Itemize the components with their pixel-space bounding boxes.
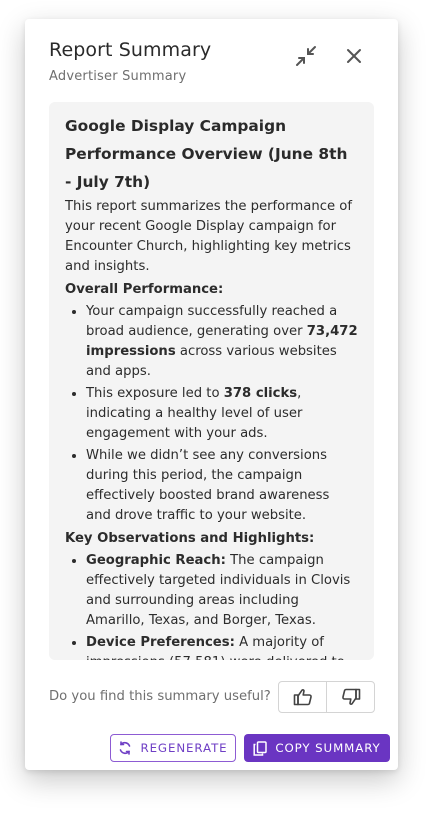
- thumbs-up-icon: [293, 689, 312, 706]
- feedback-buttons: [278, 681, 375, 713]
- feedback-question: Do you find this summary useful?: [49, 689, 271, 704]
- copy-summary-button[interactable]: COPY SUMMARY: [244, 734, 390, 762]
- collapse-arrows-icon: [296, 46, 316, 66]
- copy-summary-label: COPY SUMMARY: [275, 741, 381, 755]
- list-item: While we didn’t see any conversions duri…: [86, 446, 358, 526]
- report-intro: This report summarizes the performance o…: [65, 199, 352, 274]
- panel-title: Report Summary: [49, 39, 212, 61]
- close-button[interactable]: [341, 43, 367, 69]
- thumbs-down-icon: [341, 688, 360, 705]
- close-icon: [347, 49, 361, 63]
- overall-performance-heading: Overall Performance:: [65, 282, 224, 297]
- summary-content[interactable]: Google Display Campaign Performance Over…: [49, 102, 374, 660]
- list-item: Device Preferences: A majority of impres…: [86, 633, 358, 660]
- key-observations-list: Geographic Reach: The campaign effective…: [65, 551, 358, 660]
- report-summary-panel: Report Summary Advertiser Summary Google…: [25, 19, 398, 770]
- thumbs-down-button[interactable]: [326, 682, 374, 712]
- key-observations-heading: Key Observations and Highlights:: [65, 531, 315, 546]
- refresh-icon: [118, 741, 132, 755]
- copy-icon: [253, 740, 268, 756]
- list-item: Geographic Reach: The campaign effective…: [86, 551, 358, 631]
- regenerate-label: REGENERATE: [140, 741, 228, 755]
- collapse-button[interactable]: [293, 43, 319, 69]
- thumbs-up-button[interactable]: [279, 682, 326, 712]
- feedback-row: Do you find this summary useful?: [49, 681, 375, 713]
- report-title: Google Display Campaign Performance Over…: [65, 117, 348, 191]
- list-item: Your campaign successfully reached a bro…: [86, 302, 358, 382]
- overall-performance-list: Your campaign successfully reached a bro…: [65, 302, 358, 526]
- list-item: This exposure led to 378 clicks, indicat…: [86, 384, 358, 444]
- panel-subtitle: Advertiser Summary: [49, 69, 187, 84]
- regenerate-button[interactable]: REGENERATE: [110, 734, 236, 762]
